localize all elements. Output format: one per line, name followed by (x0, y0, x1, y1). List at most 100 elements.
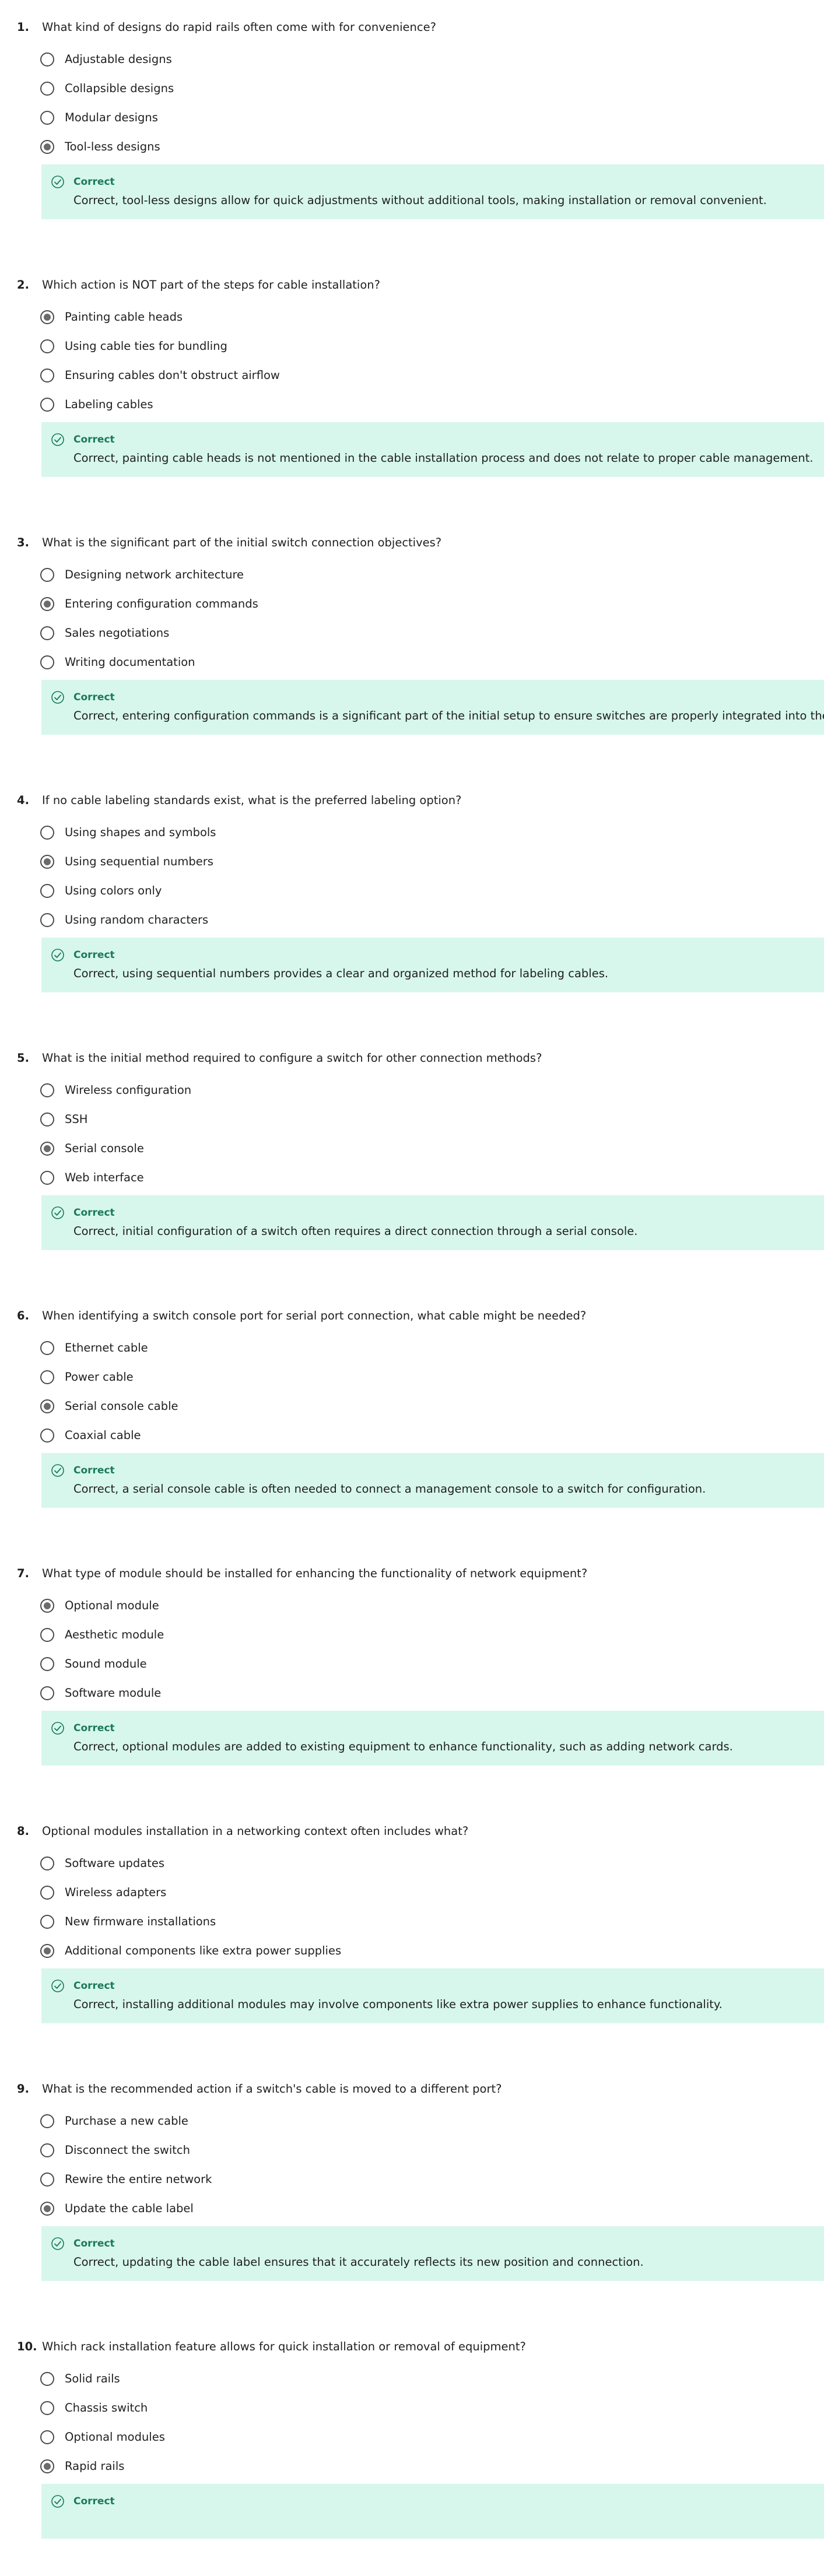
answer-option-label[interactable]: Using colors only (65, 882, 162, 900)
radio-button-selected[interactable] (40, 310, 54, 324)
answer-option-label[interactable]: Using cable ties for bundling (65, 338, 227, 355)
radio-button[interactable] (40, 655, 54, 669)
answer-option-label[interactable]: Disconnect the switch (65, 2142, 190, 2159)
radio-button-selected[interactable] (40, 855, 54, 869)
answer-option-label[interactable]: Optional module (65, 1597, 159, 1615)
answer-option[interactable]: Tool-less designs (40, 138, 507, 158)
answer-option-label[interactable]: New firmware installations (65, 1913, 216, 1931)
radio-button[interactable] (40, 1083, 54, 1097)
radio-button[interactable] (40, 1112, 54, 1126)
answer-option-label[interactable]: Coaxial cable (65, 1427, 141, 1444)
answer-option-label[interactable]: Software module (65, 1684, 161, 1702)
answer-option-label[interactable]: Solid rails (65, 2370, 120, 2388)
radio-button[interactable] (40, 1171, 54, 1185)
answer-option[interactable]: Power cable (40, 1368, 507, 1388)
answer-option-label[interactable]: SSH (65, 1111, 87, 1128)
radio-button-selected[interactable] (40, 1399, 54, 1413)
radio-button-selected[interactable] (40, 2202, 54, 2216)
answer-option-label[interactable]: Designing network architecture (65, 566, 244, 584)
radio-button[interactable] (40, 1370, 54, 1384)
answer-option[interactable]: Sound module (40, 1655, 507, 1675)
answer-option[interactable]: Serial console cable (40, 1398, 507, 1417)
answer-option[interactable]: Coaxial cable (40, 1427, 507, 1447)
answer-option[interactable]: Aesthetic module (40, 1626, 507, 1646)
answer-option[interactable]: Using sequential numbers (40, 853, 507, 873)
answer-option-label[interactable]: Writing documentation (65, 654, 195, 671)
radio-button[interactable] (40, 368, 54, 382)
answer-option-label[interactable]: Web interface (65, 1169, 144, 1187)
answer-option-label[interactable]: Sales negotiations (65, 624, 169, 642)
radio-button[interactable] (40, 1686, 54, 1700)
answer-option[interactable]: Ethernet cable (40, 1339, 507, 1359)
answer-option[interactable]: Software updates (40, 1855, 507, 1875)
radio-button[interactable] (40, 568, 54, 582)
answer-option-label[interactable]: Wireless configuration (65, 1082, 191, 1099)
answer-option[interactable]: Using colors only (40, 882, 507, 902)
radio-button[interactable] (40, 2143, 54, 2157)
answer-option[interactable]: Chassis switch (40, 2399, 507, 2419)
answer-option-label[interactable]: Serial console cable (65, 1398, 178, 1415)
answer-option[interactable]: Serial console (40, 1140, 507, 1160)
answer-option-label[interactable]: Additional components like extra power s… (65, 1942, 341, 1960)
radio-button-selected[interactable] (40, 1944, 54, 1958)
answer-option-label[interactable]: Entering configuration commands (65, 595, 258, 613)
answer-option-label[interactable]: Tool-less designs (65, 138, 160, 156)
answer-option-label[interactable]: Sound module (65, 1655, 147, 1673)
answer-option[interactable]: Using random characters (40, 911, 507, 931)
answer-option-label[interactable]: Power cable (65, 1368, 134, 1386)
answer-option-label[interactable]: Ensuring cables don't obstruct airflow (65, 367, 280, 384)
answer-option-label[interactable]: Rewire the entire network (65, 2171, 212, 2188)
radio-button-selected[interactable] (40, 1142, 54, 1156)
answer-option[interactable]: Ensuring cables don't obstruct airflow (40, 367, 507, 387)
answer-option[interactable]: Update the cable label (40, 2200, 507, 2220)
radio-button[interactable] (40, 1886, 54, 1900)
radio-button[interactable] (40, 1915, 54, 1929)
answer-option[interactable]: Writing documentation (40, 654, 507, 673)
radio-button[interactable] (40, 398, 54, 412)
answer-option[interactable]: Using cable ties for bundling (40, 338, 507, 357)
answer-option[interactable]: Software module (40, 1684, 507, 1704)
answer-option[interactable]: Entering configuration commands (40, 595, 507, 615)
radio-button-selected[interactable] (40, 1599, 54, 1613)
answer-option[interactable]: Adjustable designs (40, 51, 507, 71)
answer-option[interactable]: Collapsible designs (40, 80, 507, 100)
radio-button[interactable] (40, 2401, 54, 2415)
answer-option-label[interactable]: Using sequential numbers (65, 853, 213, 871)
answer-option[interactable]: SSH (40, 1111, 507, 1131)
radio-button[interactable] (40, 1628, 54, 1642)
radio-button[interactable] (40, 884, 54, 898)
radio-button-selected[interactable] (40, 2459, 54, 2473)
radio-button[interactable] (40, 626, 54, 640)
radio-button[interactable] (40, 111, 54, 125)
radio-button-selected[interactable] (40, 140, 54, 154)
radio-button[interactable] (40, 2114, 54, 2128)
radio-button[interactable] (40, 1341, 54, 1355)
answer-option-label[interactable]: Collapsible designs (65, 80, 174, 97)
radio-button[interactable] (40, 2430, 54, 2444)
answer-option-label[interactable]: Purchase a new cable (65, 2112, 188, 2130)
radio-button-selected[interactable] (40, 597, 54, 611)
answer-option-label[interactable]: Ethernet cable (65, 1339, 148, 1357)
answer-option[interactable]: Using shapes and symbols (40, 824, 507, 844)
radio-button[interactable] (40, 2372, 54, 2386)
answer-option[interactable]: Rewire the entire network (40, 2171, 507, 2191)
radio-button[interactable] (40, 1856, 54, 1870)
radio-button[interactable] (40, 1429, 54, 1443)
answer-option-label[interactable]: Software updates (65, 1855, 164, 1872)
answer-option[interactable]: Web interface (40, 1169, 507, 1189)
answer-option-label[interactable]: Painting cable heads (65, 308, 183, 326)
answer-option-label[interactable]: Using random characters (65, 911, 208, 929)
answer-option-label[interactable]: Aesthetic module (65, 1626, 164, 1644)
answer-option-label[interactable]: Wireless adapters (65, 1884, 166, 1901)
answer-option[interactable]: Optional module (40, 1597, 507, 1617)
answer-option[interactable]: Rapid rails (40, 2458, 507, 2477)
answer-option-label[interactable]: Serial console (65, 1140, 144, 1157)
radio-button[interactable] (40, 52, 54, 66)
answer-option[interactable]: Wireless configuration (40, 1082, 507, 1101)
answer-option[interactable]: Sales negotiations (40, 624, 507, 644)
answer-option[interactable]: Modular designs (40, 109, 507, 129)
answer-option[interactable]: Purchase a new cable (40, 2112, 507, 2132)
answer-option-label[interactable]: Optional modules (65, 2428, 165, 2446)
answer-option-label[interactable]: Update the cable label (65, 2200, 194, 2217)
answer-option[interactable]: Labeling cables (40, 396, 507, 416)
